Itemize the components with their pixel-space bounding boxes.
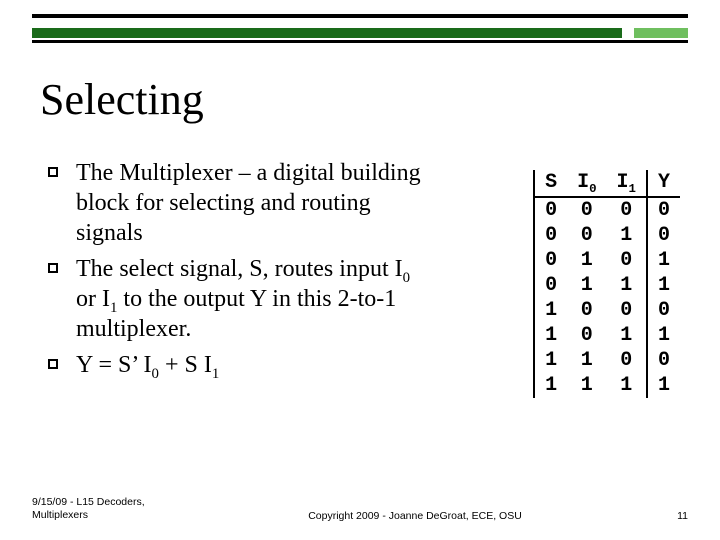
bullet-text: The Multiplexer – a digital building blo…	[76, 160, 421, 246]
col-I1: I1	[607, 170, 647, 197]
bullet-text: The select signal, S, routes input I0 or…	[76, 256, 410, 342]
table-row: 0 1 1 1	[534, 273, 680, 298]
table-row: 0 0 1 0	[534, 223, 680, 248]
bullet-icon	[48, 167, 58, 177]
rule-top	[32, 14, 688, 18]
rule-accent-right	[634, 28, 688, 38]
table-header-row: S I0 I1 Y	[534, 170, 680, 197]
footer-page-number: 11	[628, 510, 688, 522]
bullet-icon	[48, 359, 58, 369]
rule-accent-left	[32, 28, 622, 38]
rule-bottom	[32, 40, 688, 43]
truth-table: S I0 I1 Y 0 0 0 0 0 0 1 0 0 1 0 1	[533, 170, 680, 398]
footer-left: 9/15/09 - L15 Decoders, Multiplexers	[32, 496, 202, 522]
footer-center: Copyright 2009 - Joanne DeGroat, ECE, OS…	[202, 510, 628, 522]
page-title: Selecting	[40, 74, 204, 125]
footer: 9/15/09 - L15 Decoders, Multiplexers Cop…	[32, 496, 688, 522]
table-row: 0 1 0 1	[534, 248, 680, 273]
col-S: S	[534, 170, 567, 197]
col-Y: Y	[647, 170, 680, 197]
table-row: 1 0 0 0	[534, 298, 680, 323]
slide: Selecting The Multiplexer – a digital bu…	[0, 0, 720, 540]
bullet-icon	[48, 263, 58, 273]
table-row: 1 0 1 1	[534, 323, 680, 348]
list-item: Y = S’ I0 + S I1	[48, 350, 428, 380]
bullet-list: The Multiplexer – a digital building blo…	[48, 158, 428, 386]
table-row: 0 0 0 0	[534, 197, 680, 223]
list-item: The Multiplexer – a digital building blo…	[48, 158, 428, 248]
col-I0: I0	[567, 170, 606, 197]
bullet-text: Y = S’ I0 + S I1	[76, 352, 219, 378]
table-row: 1 1 1 1	[534, 373, 680, 398]
table-row: 1 1 0 0	[534, 348, 680, 373]
list-item: The select signal, S, routes input I0 or…	[48, 254, 428, 344]
